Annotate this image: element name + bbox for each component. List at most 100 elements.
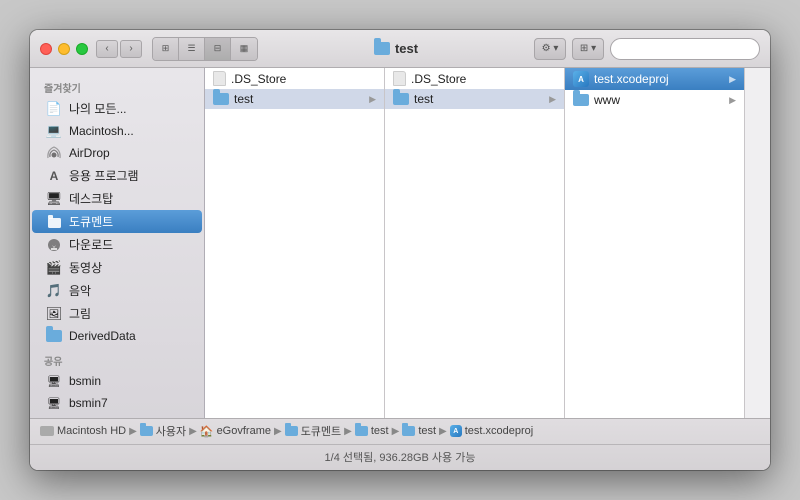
nav-back-button[interactable]: ‹ (96, 40, 118, 58)
sidebar-item-label: 나의 모든... (69, 100, 127, 117)
shared-section-title: 공유 (30, 347, 204, 370)
traffic-lights (40, 43, 88, 55)
arrange-button[interactable]: ⊞ ▾ (572, 38, 604, 60)
expand-arrow: ▶ (549, 94, 556, 105)
sidebar-item-label: 다운로드 (69, 236, 113, 253)
breadcrumb-sep: ▶ (392, 426, 400, 437)
sidebar-item-desktop[interactable]: 🖥 데스크탑 (32, 187, 202, 210)
list-item[interactable]: .DS_Store (385, 68, 564, 89)
breadcrumb-item[interactable]: 🏠 eGovframe (200, 425, 271, 438)
breadcrumb-item[interactable]: test (402, 425, 436, 437)
desktop-icon: 🖥 (46, 191, 62, 207)
applications-icon: A (46, 168, 62, 184)
sidebar-item-label: 그림 (69, 305, 91, 322)
breadcrumb-item[interactable]: 사용자 (140, 423, 186, 439)
sidebar-item-documents[interactable]: 도큐멘트 (32, 210, 202, 233)
status-text: 1/4 선택됨, 936.28GB 사용 가능 (30, 445, 770, 470)
file-name: test (234, 92, 253, 106)
created-label: 생성일 (765, 279, 770, 298)
sidebar-item-label: Macintosh... (69, 124, 134, 138)
file-column-3: A test.xcodeproj ▶ www ▶ (565, 68, 745, 418)
expand-arrow: ▶ (729, 74, 736, 85)
bsmin7-icon: 🖥 (46, 395, 62, 411)
downloads-icon (46, 237, 62, 253)
breadcrumb-item[interactable]: test (355, 425, 389, 437)
folder-icon (573, 94, 589, 106)
list-item[interactable]: test ▶ (385, 89, 564, 109)
sidebar-item-label: bsmin7 (69, 396, 108, 410)
file-info: 이름 test.xcodeproj 종류 Xcode Project 크기 45… (755, 223, 770, 335)
action-button[interactable]: ⚙ ▾ (534, 38, 566, 60)
breadcrumb-sep: ▶ (274, 426, 282, 437)
list-item[interactable]: www ▶ (565, 90, 744, 110)
breadcrumb: Macintosh HD ▶ 사용자 ▶ 🏠 eGovframe ▶ 도큐멘트 … (30, 419, 770, 445)
pictures-icon: 🖼 (46, 306, 62, 322)
statusbar: Macintosh HD ▶ 사용자 ▶ 🏠 eGovframe ▶ 도큐멘트 … (30, 418, 770, 470)
view-buttons: ⊞ ☰ ⊟ ▦ (152, 37, 258, 61)
favorites-section-title: 즐겨찾기 (30, 74, 204, 97)
nav-buttons: ‹ › (96, 40, 142, 58)
expand-arrow: ▶ (369, 94, 376, 105)
view-list-button[interactable]: ☰ (179, 38, 205, 60)
macintosh-hd-icon: 💻 (46, 123, 62, 139)
titlebar: ‹ › ⊞ ☰ ⊟ ▦ test ⚙ ▾ ⊞ ▾ (30, 30, 770, 68)
folder-icon (402, 426, 415, 436)
folder-icon (213, 93, 229, 105)
sidebar-item-macintosh-hd[interactable]: 💻 Macintosh... (32, 120, 202, 142)
sidebar-item-pictures[interactable]: 🖼 그림 (32, 302, 202, 325)
folder-icon (393, 93, 409, 105)
breadcrumb-item[interactable]: Macintosh HD (40, 425, 126, 437)
sidebar-item-music[interactable]: 🎵 음악 (32, 279, 202, 302)
breadcrumb-label: 사용자 (156, 423, 186, 439)
sidebar-item-derived-data[interactable]: DerivedData (32, 325, 202, 347)
minimize-button[interactable] (58, 43, 70, 55)
view-icon-button[interactable]: ⊞ (153, 38, 179, 60)
view-column-button[interactable]: ⊟ (205, 38, 231, 60)
sidebar-item-applications[interactable]: A 응용 프로그램 (32, 164, 202, 187)
sidebar-item-all-my-files[interactable]: 📄 나의 모든... (32, 97, 202, 120)
airdrop-icon (46, 145, 62, 161)
sidebar-item-downloads[interactable]: 다운로드 (32, 233, 202, 256)
nav-forward-button[interactable]: › (120, 40, 142, 58)
xcodeproj-icon: A (573, 71, 589, 87)
sidebar-item-movies[interactable]: 🎬 동영상 (32, 256, 202, 279)
file-name: .DS_Store (231, 72, 286, 86)
file-info-accessed-row: 최근 사용일 오늘 오후 3:36 (765, 316, 770, 335)
sidebar-item-label: 동영상 (69, 259, 102, 276)
sidebar-item-bsmin7[interactable]: 🖥 bsmin7 (32, 392, 202, 414)
name-label: 이름 (765, 223, 770, 242)
close-button[interactable] (40, 43, 52, 55)
breadcrumb-item[interactable]: 도큐멘트 (285, 423, 341, 439)
folder-icon (140, 426, 153, 436)
file-info-size-row: 크기 45KB (765, 260, 770, 279)
sidebar-item-label: 응용 프로그램 (69, 167, 139, 184)
type-label: 종류 (765, 242, 770, 261)
search-input[interactable] (610, 38, 760, 60)
breadcrumb-label: eGovframe (217, 425, 271, 437)
accessed-label: 최근 사용일 (765, 316, 770, 335)
list-item[interactable]: test ▶ (205, 89, 384, 109)
sidebar-item-airdrop[interactable]: AirDrop (32, 142, 202, 164)
toolbar-right: ⚙ ▾ ⊞ ▾ (534, 38, 760, 60)
breadcrumb-label: test.xcodeproj (465, 425, 533, 437)
file-name: test (414, 92, 433, 106)
breadcrumb-item[interactable]: A test.xcodeproj (450, 425, 533, 437)
sidebar-item-bsmin[interactable]: 🖥 bsmin (32, 370, 202, 392)
documents-icon (46, 214, 62, 230)
sidebar-item-label: 도큐멘트 (69, 213, 113, 230)
title-folder-icon (374, 42, 390, 55)
sidebar: 즐겨찾기 📄 나의 모든... 💻 Macintosh... AirDrop (30, 68, 205, 418)
file-columns: .DS_Store test ▶ .DS_Store test ▶ (205, 68, 770, 418)
movies-icon: 🎬 (46, 260, 62, 276)
modified-label: 수정일 (765, 298, 770, 317)
maximize-button[interactable] (76, 43, 88, 55)
list-item[interactable]: .DS_Store (205, 68, 384, 89)
file-icon (393, 71, 406, 86)
preview-panel: A PROJ 이름 test.xcodeproj 종류 Xcode Projec… (745, 68, 770, 418)
list-item[interactable]: A test.xcodeproj ▶ (565, 68, 744, 90)
title-text: test (395, 41, 418, 56)
file-column-1: .DS_Store test ▶ (205, 68, 385, 418)
view-cover-button[interactable]: ▦ (231, 38, 257, 60)
status-label: 1/4 선택됨, 936.28GB 사용 가능 (325, 449, 476, 465)
home-icon: 🏠 (200, 425, 214, 438)
